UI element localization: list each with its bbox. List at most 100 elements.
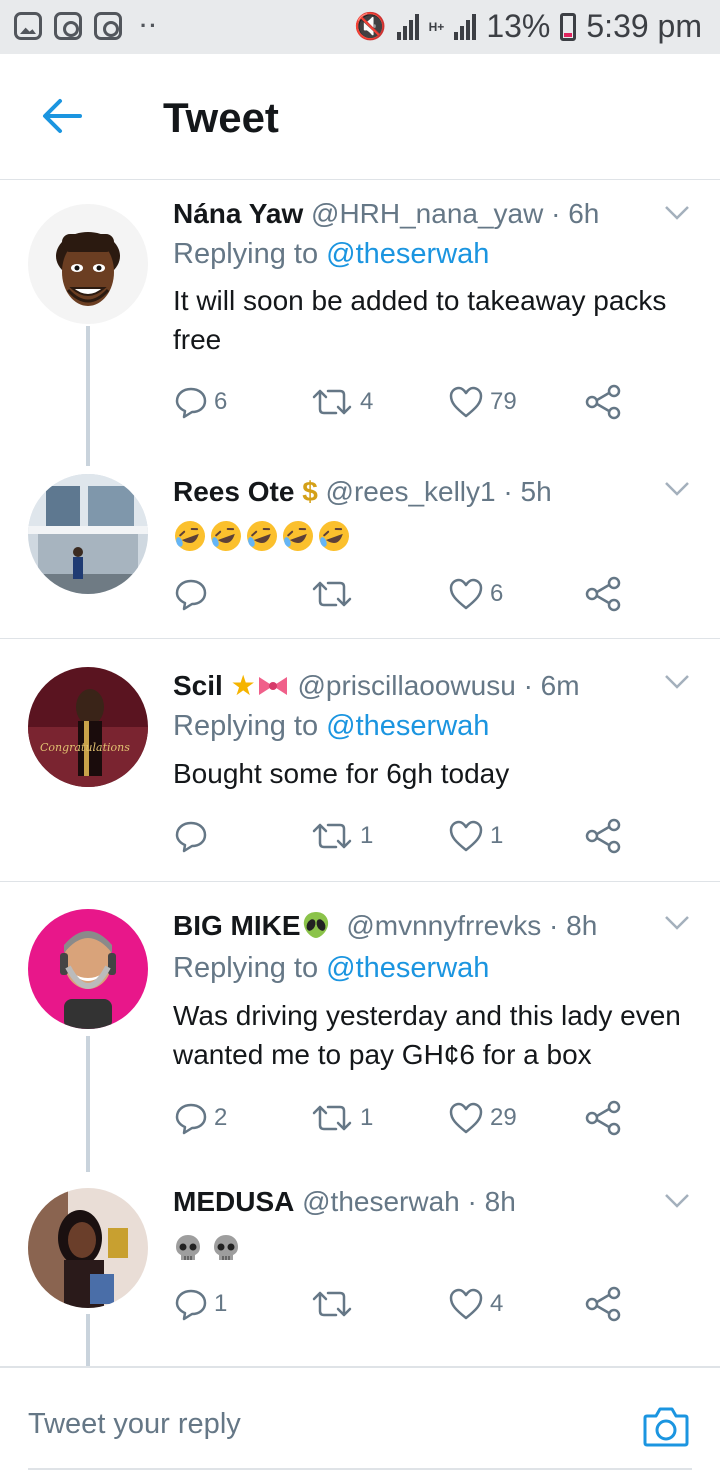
retweet-button[interactable]: 1 (310, 816, 373, 856)
like-button[interactable]: 6 (448, 574, 503, 614)
avatar[interactable] (28, 204, 148, 324)
mention-link[interactable]: @theserwah (326, 952, 489, 984)
tweet-header: Rees Ote $ @rees_kelly1 · 5h (173, 476, 552, 508)
display-name[interactable]: MEDUSA (173, 1186, 294, 1217)
share-button[interactable] (584, 574, 622, 614)
tweet-text: Was driving yesterday and this lady even… (173, 1000, 681, 1070)
retweet-button[interactable] (310, 1284, 360, 1324)
share-button[interactable] (584, 382, 622, 422)
share-button[interactable] (584, 1284, 622, 1324)
tweet-header: MEDUSA @theserwah · 8h (173, 1186, 516, 1218)
avatar-image (28, 204, 148, 324)
signal-icon (396, 13, 419, 40)
tweet-header: Scil ★ @priscillaoowusu · 6m (173, 669, 580, 702)
retweet-icon (312, 823, 352, 849)
like-button[interactable]: 4 (448, 1284, 503, 1324)
tweet-emoji-text (173, 1226, 703, 1265)
retweet-count: 1 (360, 1104, 374, 1131)
replying-to: Replying to @theserwah (173, 238, 489, 271)
tweet-reply[interactable]: Rees Ote $ @rees_kelly1 · 5h 6 (0, 460, 720, 640)
reply-count: 6 (214, 388, 228, 415)
replying-label: Replying to (173, 710, 319, 742)
like-count: 6 (490, 580, 504, 607)
user-handle[interactable]: @priscillaoowusu (297, 670, 515, 701)
chevron-down-icon[interactable] (664, 914, 690, 932)
separator: · (503, 476, 513, 507)
reply-button[interactable] (174, 574, 214, 614)
notification-icons: ·· (14, 12, 159, 40)
timestamp[interactable]: 8h (485, 1186, 516, 1217)
mention-link[interactable]: @theserwah (326, 238, 489, 270)
reply-composer: Tweet your reply (0, 1366, 720, 1480)
timestamp[interactable]: 5h (521, 476, 552, 507)
like-count: 79 (490, 388, 517, 415)
reply-bubble-icon (175, 1103, 207, 1135)
avatar-image: Congratulations (28, 667, 148, 787)
like-count: 1 (490, 822, 504, 849)
tweet-reply[interactable]: BIG MIKE @mvnnyfrrevks · 8h Replying to … (0, 882, 720, 1172)
tweet-header: Nána Yaw @HRH_nana_yaw · 6h (173, 198, 599, 230)
avatar[interactable] (28, 474, 148, 594)
separator: · (551, 198, 561, 229)
reply-bubble-icon (175, 579, 207, 611)
share-button[interactable] (584, 816, 622, 856)
like-button[interactable]: 1 (448, 816, 503, 856)
avatar[interactable]: Congratulations (28, 667, 148, 787)
divider (0, 638, 720, 639)
separator: · (467, 1186, 477, 1217)
chevron-down-icon[interactable] (664, 673, 690, 691)
replying-to: Replying to @theserwah (173, 710, 489, 743)
avatar-image (28, 1188, 148, 1308)
chevron-down-icon[interactable] (664, 1192, 690, 1210)
user-handle[interactable]: @mvnnyfrrevks (346, 910, 541, 941)
retweet-button[interactable]: 4 (310, 382, 373, 422)
camera-icon[interactable] (642, 1404, 690, 1448)
user-handle[interactable]: @theserwah (302, 1186, 460, 1217)
heart-icon (449, 1102, 483, 1134)
reply-button[interactable]: 1 (174, 1284, 227, 1324)
like-button[interactable]: 79 (448, 382, 517, 422)
user-handle[interactable]: @rees_kelly1 (326, 476, 496, 507)
tweet-reply[interactable]: Nána Yaw @HRH_nana_yaw · 6h Replying to … (0, 180, 720, 466)
timestamp[interactable]: 6m (541, 670, 580, 701)
reply-button[interactable]: 6 (174, 382, 227, 422)
retweet-icon (312, 1105, 352, 1131)
instagram-notification-icon (54, 12, 82, 40)
mention-link[interactable]: @theserwah (326, 710, 489, 742)
laughing-emoji-icon (283, 520, 313, 551)
display-name[interactable]: Scil (173, 670, 223, 701)
avatar-image (28, 909, 148, 1029)
display-name[interactable]: BIG MIKE (173, 910, 301, 941)
like-button[interactable]: 29 (448, 1098, 517, 1138)
timestamp[interactable]: 8h (566, 910, 597, 941)
tweet-reply[interactable]: MEDUSA @theserwah · 8h 1 4 (0, 1162, 720, 1366)
back-arrow-icon[interactable] (40, 96, 84, 136)
avatar[interactable] (28, 909, 148, 1029)
reply-button[interactable]: 2 (174, 1098, 227, 1138)
replying-label: Replying to (173, 238, 319, 270)
battery-percent: 13% (486, 8, 551, 44)
tweet-actions: 6 4 79 (174, 382, 624, 422)
tweet-actions: 6 (174, 574, 624, 614)
chevron-down-icon[interactable] (664, 480, 690, 498)
display-name[interactable]: Nána Yaw (173, 198, 303, 229)
avatar[interactable] (28, 1188, 148, 1308)
laughing-emoji-icon (319, 520, 349, 551)
thread-line (86, 326, 90, 466)
display-name[interactable]: Rees Ote (173, 476, 294, 507)
timestamp[interactable]: 6h (568, 198, 599, 229)
signal-icon-2 (454, 13, 477, 40)
retweet-button[interactable]: 1 (310, 1098, 373, 1138)
chevron-down-icon[interactable] (664, 204, 690, 222)
share-button[interactable] (584, 1098, 622, 1138)
reply-button[interactable] (174, 816, 214, 856)
network-type: H+ (428, 19, 445, 34)
tweet-actions: 1 1 (174, 816, 624, 856)
thread-line (86, 1314, 90, 1366)
retweet-button[interactable] (310, 574, 360, 614)
skull-emoji-icon (214, 1234, 238, 1260)
user-handle[interactable]: @HRH_nana_yaw (311, 198, 543, 229)
reply-input[interactable]: Tweet your reply (28, 1408, 241, 1441)
reply-bubble-icon (175, 1289, 207, 1321)
tweet-reply[interactable]: Congratulations Scil ★ @priscillaoowusu … (0, 640, 720, 880)
